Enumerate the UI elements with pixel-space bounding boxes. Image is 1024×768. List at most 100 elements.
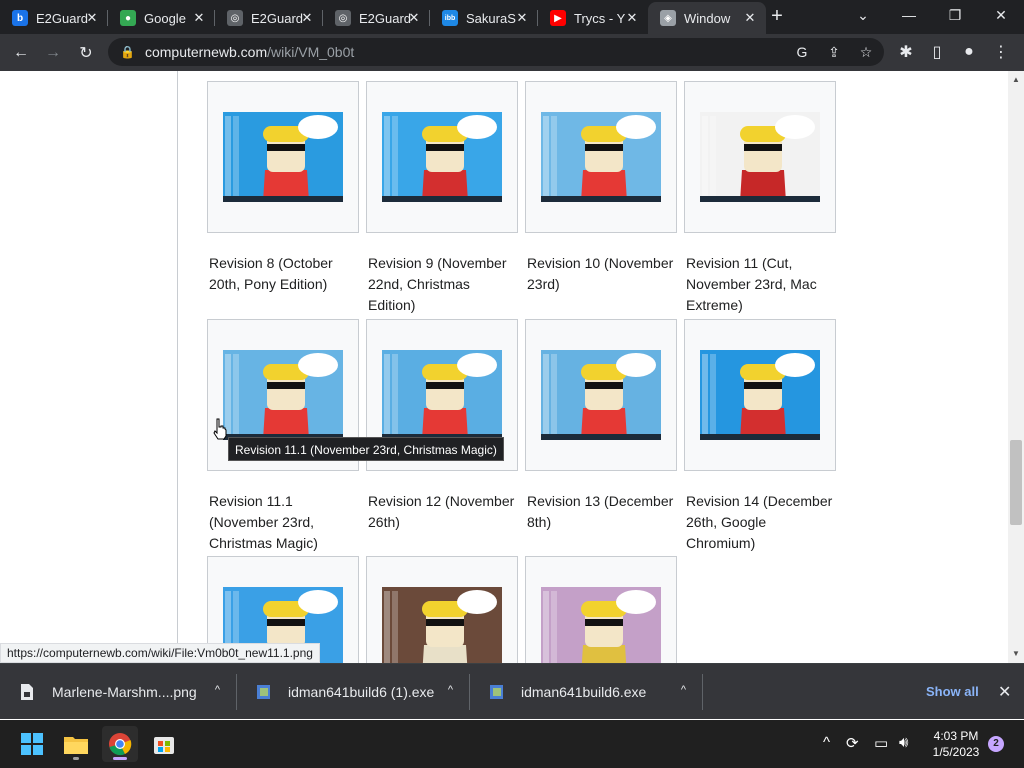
network-icon[interactable]: ▭: [874, 734, 888, 752]
chevron-up-icon[interactable]: ^: [681, 684, 686, 696]
screenshot-image[interactable]: [541, 350, 661, 440]
revision-screenshot: [541, 353, 661, 440]
gallery-caption: Revision 10 (November 23rd): [527, 255, 674, 292]
running-indicator: [73, 757, 79, 760]
file-explorer-button[interactable]: [58, 726, 94, 762]
side-panel-icon[interactable]: ▯: [924, 39, 950, 65]
gallery-caption: Revision 11.1 (November 23rd, Christmas …: [209, 493, 318, 551]
tab-search-button[interactable]: ⌄: [840, 0, 886, 30]
revision-screenshot: [382, 115, 502, 202]
start-button[interactable]: [14, 726, 50, 762]
download-item[interactable]: idman641build6 (1).exe ^: [236, 664, 469, 720]
menu-icon[interactable]: ⋮: [988, 39, 1014, 65]
chrome-button[interactable]: [102, 726, 138, 762]
show-all-button[interactable]: Show all: [926, 684, 979, 699]
screenshot-image[interactable]: [700, 350, 820, 440]
wiki-icon: ◈: [660, 10, 676, 26]
scrollbar[interactable]: [1008, 71, 1024, 663]
screenshot-image[interactable]: [541, 112, 661, 202]
close-tab-icon[interactable]: ✕: [406, 10, 422, 26]
taskbar: ^ ⟳ ▭ 🔊︎ 4:03 PM 1/5/2023: [0, 720, 1024, 768]
chevron-up-icon[interactable]: ^: [448, 684, 453, 696]
revision-screenshot: [223, 115, 343, 202]
gallery-caption: Revision 8 (October 20th, Pony Edition): [209, 255, 333, 292]
revision-screenshot: [384, 590, 497, 663]
tab-1[interactable]: b E2Guard ✕: [0, 2, 108, 34]
close-tab-icon[interactable]: ✕: [191, 10, 207, 26]
download-item[interactable]: idman641build6.exe ^: [469, 664, 702, 720]
revision-screenshot: [541, 115, 661, 202]
minimize-button[interactable]: —: [886, 0, 932, 30]
gallery-thumbnail[interactable]: [525, 81, 677, 233]
gallery-thumbnail[interactable]: [366, 556, 518, 663]
bing-icon: b: [12, 10, 28, 26]
profile-icon[interactable]: ●: [956, 39, 982, 65]
windows-logo-icon: [21, 733, 43, 755]
download-filename: idman641build6 (1).exe: [288, 684, 435, 700]
gallery-thumbnail[interactable]: [207, 81, 359, 233]
close-tab-icon[interactable]: ✕: [514, 10, 530, 26]
gallery-thumbnail[interactable]: [684, 81, 836, 233]
notification-badge[interactable]: 2: [988, 736, 1004, 752]
gallery-caption: Revision 9 (November 22nd, Christmas Edi…: [368, 255, 507, 313]
close-tab-icon[interactable]: ✕: [742, 10, 758, 26]
download-item[interactable]: Marlene-Marshm....png ^: [0, 664, 236, 720]
screenshot-image[interactable]: [700, 112, 820, 202]
maps-pin-icon: ●: [120, 10, 136, 26]
gallery-thumbnail[interactable]: [525, 556, 677, 663]
screenshot-image[interactable]: [541, 587, 661, 663]
tab-2[interactable]: ● Google ✕: [108, 2, 215, 34]
clock[interactable]: 4:03 PM 1/5/2023: [924, 728, 988, 760]
screenshot-image[interactable]: [382, 587, 502, 663]
revision-screenshot: [700, 115, 820, 202]
scroll-up-arrow[interactable]: ▲: [1008, 73, 1024, 87]
tab-strip: b E2Guard ✕ ● Google ✕ ◎ E2Guard ✕ ◎ E2Guard ✕ ibb Sa…: [0, 0, 1024, 34]
tab-5[interactable]: ibb SakuraS ✕: [430, 2, 538, 34]
screenshot-image[interactable]: [223, 112, 343, 202]
forward-button[interactable]: →: [40, 40, 66, 66]
screenshot-image[interactable]: [382, 350, 502, 440]
url-path: /wiki/VM_0b0t: [267, 44, 355, 60]
google-lens-icon[interactable]: G: [792, 42, 812, 62]
bookmark-star-icon[interactable]: ☆: [856, 42, 876, 62]
tab-7[interactable]: ◈ Window ✕: [648, 2, 766, 34]
close-window-button[interactable]: ✕: [978, 0, 1024, 30]
restore-button[interactable]: ❐: [932, 0, 978, 30]
screenshot-image[interactable]: [382, 112, 502, 202]
address-bar[interactable]: 🔒 computernewb.com/wiki/VM_0b0t G ⇪ ☆: [108, 38, 884, 66]
youtube-icon: ▶: [550, 10, 566, 26]
new-tab-button[interactable]: +: [766, 6, 788, 28]
scrollbar-thumb[interactable]: [1010, 440, 1022, 525]
gallery-thumbnail[interactable]: [525, 319, 677, 471]
chevron-up-icon[interactable]: ^: [215, 684, 220, 696]
time: 4:03 PM: [933, 729, 979, 743]
close-tab-icon[interactable]: ✕: [624, 10, 640, 26]
close-downloads-icon[interactable]: ✕: [998, 682, 1011, 702]
back-button[interactable]: ←: [8, 40, 34, 66]
tray-chevron-icon[interactable]: ^: [823, 734, 830, 751]
close-tab-icon[interactable]: ✕: [84, 10, 100, 26]
volume-icon[interactable]: 🔊︎: [899, 734, 908, 751]
reload-button[interactable]: ↻: [73, 40, 99, 66]
lock-icon[interactable]: 🔒: [120, 45, 135, 59]
share-icon[interactable]: ⇪: [824, 42, 844, 62]
tab-3[interactable]: ◎ E2Guard ✕: [215, 2, 323, 34]
gallery-thumbnail[interactable]: [366, 81, 518, 233]
tab-title: Trycs - Y: [574, 10, 626, 26]
tab-6[interactable]: ▶ Trycs - Y ✕: [538, 2, 648, 34]
sync-icon[interactable]: ⟳: [846, 734, 859, 752]
close-tab-icon[interactable]: ✕: [299, 10, 315, 26]
revision-screenshot: [382, 353, 502, 440]
gallery-thumbnail[interactable]: [684, 319, 836, 471]
ibb-icon: ibb: [442, 10, 458, 26]
store-button[interactable]: [146, 726, 182, 762]
tooltip: Revision 11.1 (November 23rd, Christmas …: [228, 437, 504, 461]
folder-icon: [64, 737, 88, 754]
tab-4[interactable]: ◎ E2Guard ✕: [323, 2, 430, 34]
exe-file-icon: [256, 684, 270, 701]
url-host: computernewb.com: [144, 44, 268, 60]
screenshot-image[interactable]: [223, 350, 343, 440]
scroll-down-arrow[interactable]: ▼: [1008, 647, 1024, 661]
revision-screenshot: [700, 353, 820, 440]
extensions-icon[interactable]: ✱: [893, 39, 919, 65]
